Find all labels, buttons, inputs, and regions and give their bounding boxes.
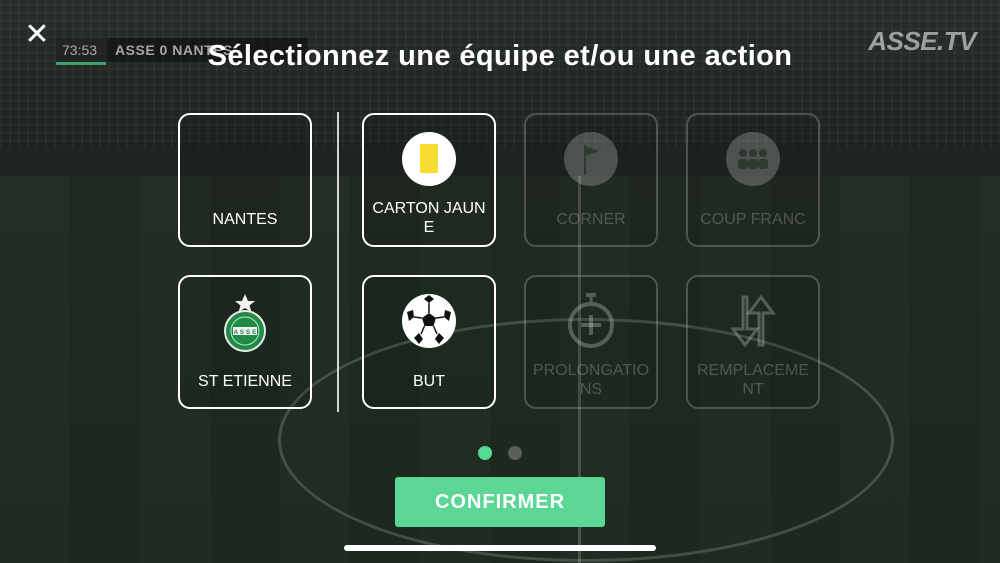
action-tile-carton-jaune[interactable]: CARTON JAUNE [362, 113, 496, 247]
action-label: REMPLACEMENT [696, 362, 810, 398]
asse-crest-icon: A S S E [224, 294, 266, 352]
team-tile-st-etienne[interactable]: A S S E ST ETIENNE [178, 275, 312, 409]
action-label: CARTON JAUNE [372, 200, 486, 236]
action-tile-corner: CORNER [524, 113, 658, 247]
team-tile-nantes[interactable]: NANTES [178, 113, 312, 247]
action-label: COUP FRANC [700, 211, 806, 228]
action-label: CORNER [556, 211, 626, 228]
page-title: Sélectionnez une équipe et/ou une action [207, 40, 793, 72]
action-tile-remplacement: REMPLACEMENT [686, 275, 820, 409]
confirm-button[interactable]: CONFIRMER [395, 477, 605, 527]
team-label: ST ETIENNE [198, 373, 292, 390]
yellow-card-icon [402, 132, 456, 186]
substitution-arrows-icon [730, 294, 776, 348]
stopwatch-plus-icon [568, 293, 614, 348]
pager-dot-2[interactable] [508, 446, 522, 460]
team-label: NANTES [212, 211, 278, 228]
home-indicator [344, 545, 656, 551]
action-tile-but[interactable]: BUT [362, 275, 496, 409]
pager-dot-1[interactable] [478, 446, 492, 460]
action-tile-prolongations: PROLONGATIONS [524, 275, 658, 409]
action-label: BUT [413, 373, 445, 390]
wall-players-icon [726, 132, 780, 186]
soccer-ball-icon [402, 294, 456, 348]
action-tile-coup-franc: COUP FRANC [686, 113, 820, 247]
svg-text:A S S E: A S S E [234, 329, 258, 336]
action-label: PROLONGATIONS [532, 362, 650, 398]
section-divider [337, 112, 339, 412]
corner-flag-icon [564, 132, 618, 186]
